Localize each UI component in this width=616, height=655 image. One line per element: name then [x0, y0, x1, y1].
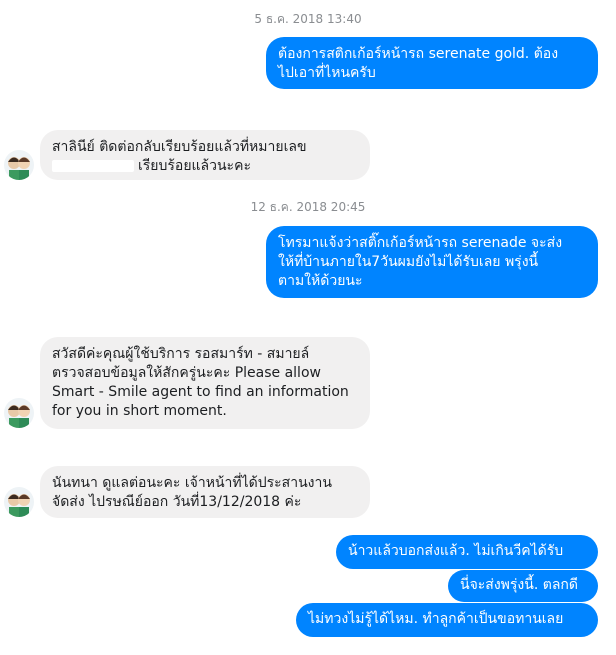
outgoing-message[interactable]: ต้องการสติกเก้อร์หน้ารถ serenate gold. ต…	[266, 37, 598, 89]
outgoing-message[interactable]: น้าวแล้วบอกส่งแล้ว. ไม่เกินวีคได้รับ	[336, 535, 598, 569]
incoming-message[interactable]: สาลินีย์ ติดต่อกลับเรียบร้อยแล้วที่หมายเ…	[40, 130, 370, 180]
message-line: ให้ที่บ้านภายใน7วันผมยังไม่ได้รับเลย พรุ…	[278, 254, 539, 270]
contact-avatar[interactable]	[4, 150, 34, 180]
avatar-icon	[8, 157, 30, 180]
message-line: สวัสดีค่ะคุณผู้ใช้บริการ รอสมาร์ท - สมาย…	[52, 346, 310, 362]
message-line: for you in short moment.	[52, 403, 227, 419]
message-line: จัดส่ง ไปรษณีย์ออก วันที่13/12/2018 ค่ะ	[52, 494, 302, 510]
avatar-icon	[8, 405, 30, 428]
outgoing-message[interactable]: โทรมาแจ้งว่าสติ๊กเก้อร์หน้ารถ serenade จ…	[266, 226, 598, 298]
contact-avatar[interactable]	[4, 398, 34, 428]
message-line: Smart - Smile agent to find an informati…	[52, 384, 349, 400]
message-line: เรียบร้อยแล้วนะคะ	[138, 158, 251, 174]
outgoing-message[interactable]: นี่จะส่งพรุ่งนี้. ตลกดี	[448, 570, 598, 602]
message-line: ตรวจสอบข้อมูลให้สักครู่นะคะ Please allow	[52, 365, 321, 381]
timestamp: 12 ธ.ค. 2018 20:45	[250, 200, 366, 214]
message-line: ไปเอาที่ไหนครับ	[278, 65, 376, 81]
message-line: ไม่ทวงไม่รู้ได้ไหม. ทำลูกค้าเป็นขอทานเลย	[308, 611, 564, 627]
message-line: ต้องการสติกเก้อร์หน้ารถ serenate gold. ต…	[278, 46, 559, 62]
redaction-block	[52, 160, 134, 172]
message-line: นี่จะส่งพรุ่งนี้. ตลกดี	[460, 577, 578, 593]
incoming-message[interactable]: สวัสดีค่ะคุณผู้ใช้บริการ รอสมาร์ท - สมาย…	[40, 337, 370, 429]
timestamp: 5 ธ.ค. 2018 13:40	[254, 12, 362, 26]
avatar-icon	[8, 494, 30, 517]
message-line: สาลินีย์ ติดต่อกลับเรียบร้อยแล้วที่หมายเ…	[52, 139, 307, 155]
message-line: โทรมาแจ้งว่าสติ๊กเก้อร์หน้ารถ serenade จ…	[278, 235, 563, 251]
incoming-message[interactable]: นันทนา ดูแลต่อนะคะ เจ้าหน้าที่ได้ประสานง…	[40, 466, 370, 518]
message-line: ตามให้ด้วยนะ	[278, 273, 363, 289]
message-line: น้าวแล้วบอกส่งแล้ว. ไม่เกินวีคได้รับ	[348, 543, 564, 559]
outgoing-message[interactable]: ไม่ทวงไม่รู้ได้ไหม. ทำลูกค้าเป็นขอทานเลย	[296, 603, 598, 637]
contact-avatar[interactable]	[4, 487, 34, 517]
message-line: นันทนา ดูแลต่อนะคะ เจ้าหน้าที่ได้ประสานง…	[52, 475, 332, 491]
